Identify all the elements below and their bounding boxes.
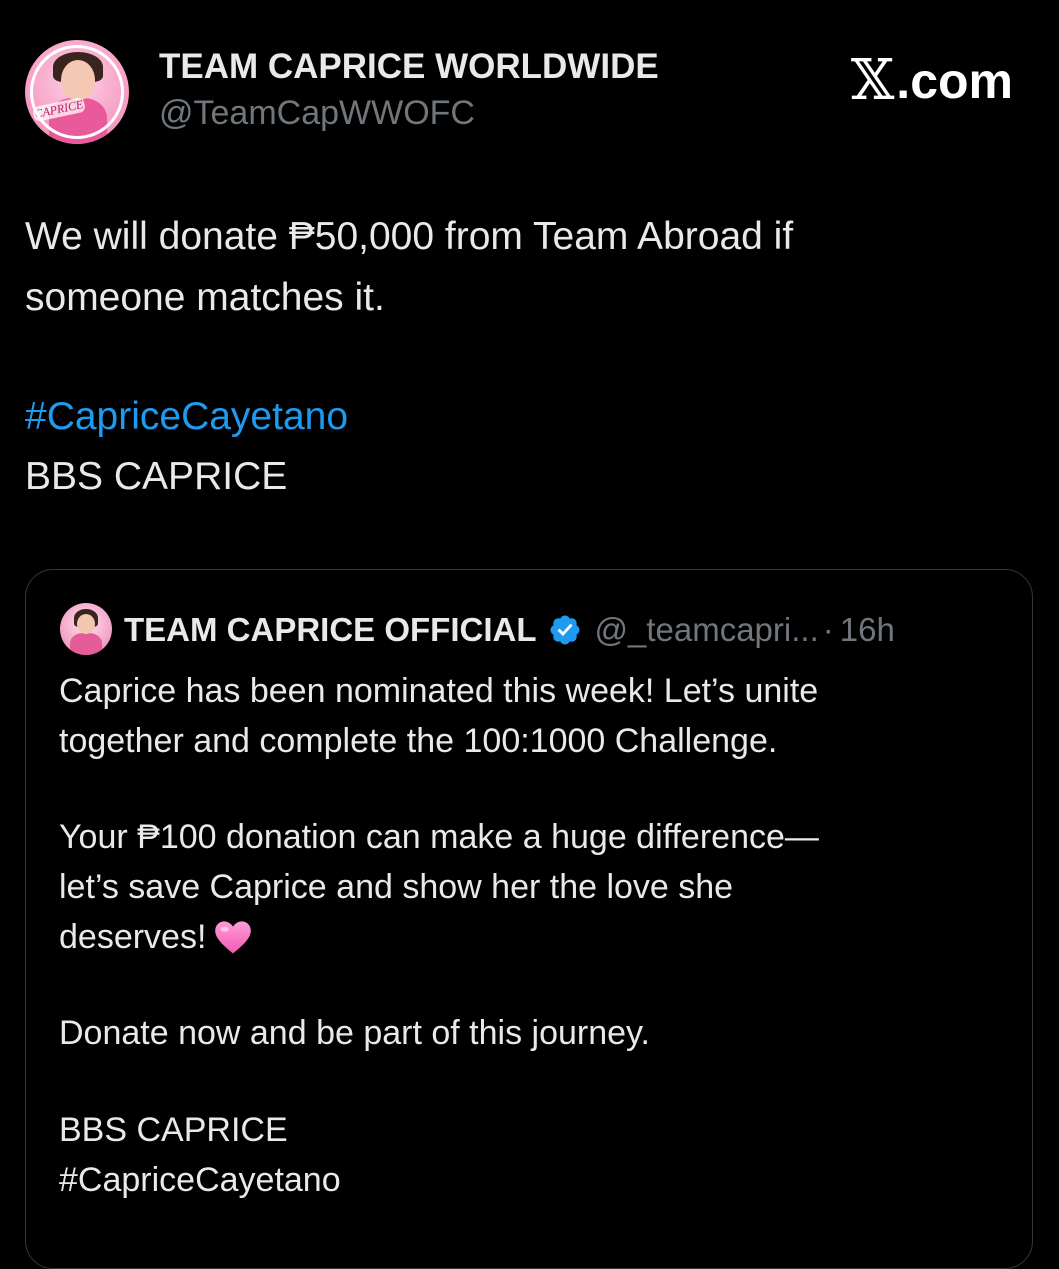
quoted-text-line: Your ₱100 donation can make a huge diffe… [59, 818, 819, 856]
quoted-text-line: Donate now and be part of this journey. [59, 1014, 650, 1052]
quoted-text-line: together and complete the 100:1000 Chall… [59, 722, 778, 760]
quoted-tweet-header: TEAM CAPRICE OFFICIAL @_teamcapri... · 1… [124, 608, 895, 652]
quoted-avatar-face [77, 614, 95, 634]
verified-badge-icon [550, 615, 581, 645]
x-com-watermark: 𝕏 .com [851, 52, 1013, 110]
quoted-text-line: let’s save Caprice and show her the love… [59, 868, 734, 906]
brand-domain: .com [896, 53, 1013, 109]
quoted-author-handle[interactable]: @_teamcapri... [594, 611, 818, 649]
quoted-tweet-timestamp[interactable]: 16h [840, 611, 895, 649]
quoted-text-line-with-emoji: deserves! [59, 913, 1019, 962]
avatar-ring [30, 45, 124, 139]
quoted-author-display-name[interactable]: TEAM CAPRICE OFFICIAL [124, 611, 536, 649]
x-logo-icon: 𝕏 [850, 48, 895, 113]
tweet-text-line: someone matches it. [25, 276, 385, 319]
tweet-footer-line: BBS CAPRICE [25, 455, 288, 498]
author-handle[interactable]: @TeamCapWWOFC [159, 94, 475, 133]
quoted-text-fragment: deserves! [59, 918, 207, 956]
tweet-hashtag-link[interactable]: #CapriceCayetano [25, 387, 1025, 447]
author-display-name[interactable]: TEAM CAPRICE WORLDWIDE [159, 47, 659, 87]
quoted-hashtag-link[interactable]: #CapriceCayetano [59, 1156, 1019, 1205]
tweet-text-line: We will donate ₱50,000 from Team Abroad … [25, 215, 794, 258]
quoted-avatar-body [70, 633, 102, 655]
pink-heart-icon [215, 921, 252, 954]
quoted-text-line: BBS CAPRICE [59, 1111, 288, 1149]
quoted-tweet-card[interactable]: TEAM CAPRICE OFFICIAL @_teamcapri... · 1… [25, 569, 1033, 1269]
quoted-author-avatar[interactable] [60, 603, 112, 655]
quoted-text-line: Caprice has been nominated this week! Le… [59, 672, 819, 710]
separator-dot: · [822, 611, 834, 648]
author-avatar[interactable]: CAPRICE [25, 40, 129, 144]
